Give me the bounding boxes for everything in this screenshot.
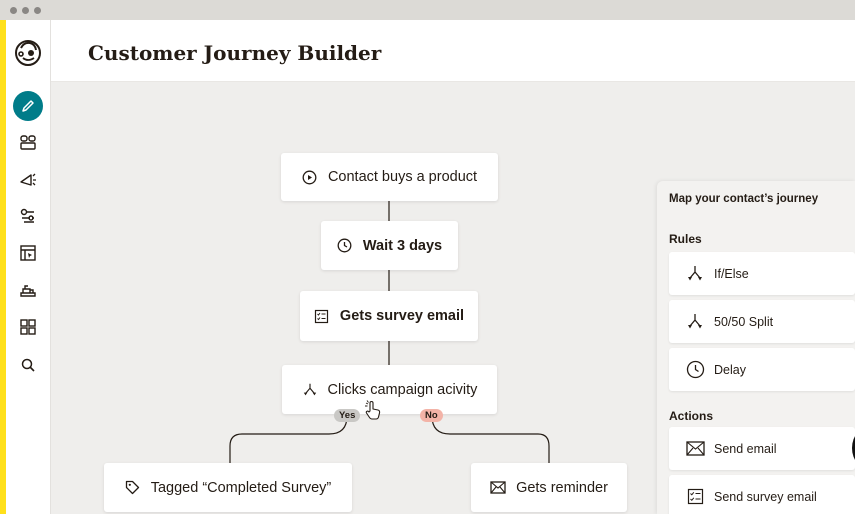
tag-icon: [125, 480, 141, 496]
rule-item-label: Delay: [714, 362, 746, 377]
split-icon: [685, 312, 705, 332]
survey-email-node-label: Gets survey email: [339, 308, 465, 324]
split-icon: [302, 382, 318, 398]
rule-item-label: If/Else: [714, 266, 749, 281]
rule-item-label: 50/50 Split: [714, 314, 774, 329]
action-item-send-email[interactable]: Send email: [669, 427, 855, 470]
play-circle-icon: [302, 169, 318, 185]
checklist-icon: [314, 308, 330, 324]
action-item-send-survey-email[interactable]: Send survey email: [669, 475, 855, 514]
tagged-node[interactable]: Tagged “Completed Survey”: [104, 463, 352, 512]
reminder-node-label: Gets reminder: [516, 479, 608, 496]
trigger-node[interactable]: Contact buys a product: [281, 153, 498, 201]
action-item-label: Send survey email: [714, 489, 817, 504]
clock-icon: [337, 238, 353, 254]
rule-item-if-else[interactable]: If/Else: [669, 252, 855, 295]
rules-heading: Rules: [669, 232, 702, 246]
panel-title: Map your contact’s journey: [669, 193, 819, 205]
reminder-node[interactable]: Gets reminder: [471, 463, 627, 512]
trigger-node-label: Contact buys a product: [327, 169, 478, 185]
rule-item-delay[interactable]: Delay: [669, 348, 855, 391]
no-branch-badge: No: [420, 409, 443, 422]
survey-email-node[interactable]: Gets survey email: [300, 291, 478, 341]
envelope-icon: [490, 480, 506, 496]
checklist-icon: [685, 487, 705, 507]
action-item-label: Send email: [714, 441, 777, 456]
envelope-icon: [685, 439, 705, 459]
condition-node-label: Clicks campaign acivity: [327, 381, 478, 398]
journey-panel: Map your contact’s journey Rules If/Else…: [657, 181, 855, 514]
hand-cursor-icon: [362, 399, 384, 421]
condition-node[interactable]: Clicks campaign acivity: [282, 365, 497, 414]
clock-icon: [685, 360, 705, 380]
wait-node[interactable]: Wait 3 days: [321, 221, 458, 270]
yes-branch-badge: Yes: [334, 409, 361, 422]
rule-item-50-50-split[interactable]: 50/50 Split: [669, 300, 855, 343]
wait-node-label: Wait 3 days: [362, 237, 443, 254]
actions-heading: Actions: [669, 409, 714, 423]
split-icon: [685, 264, 705, 284]
tagged-node-label: Tagged “Completed Survey”: [150, 479, 332, 496]
